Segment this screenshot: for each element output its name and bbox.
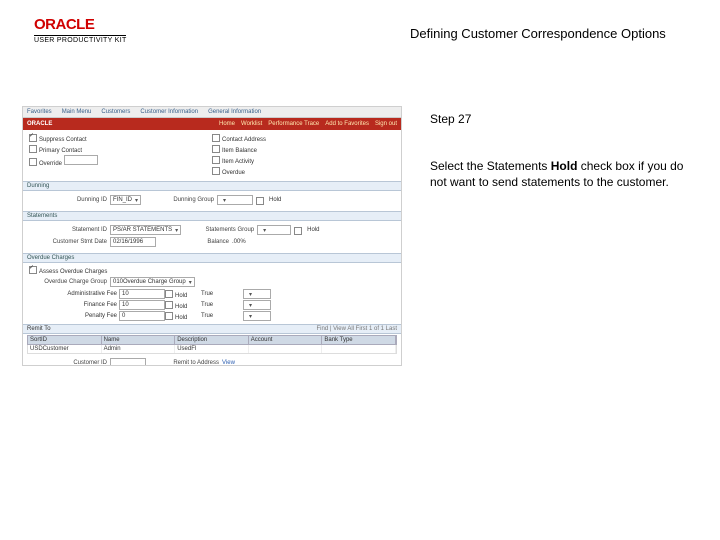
field-label: Statements Group <box>184 227 254 233</box>
row-select[interactable] <box>243 300 271 310</box>
checkbox-icon[interactable] <box>256 197 264 205</box>
field-label: Dunning ID <box>29 197 107 203</box>
header-link[interactable]: Performance Trace <box>268 121 319 127</box>
row-label: Finance Fee <box>29 302 117 308</box>
fee-input[interactable]: 10 <box>119 300 165 310</box>
customer-id-input[interactable] <box>110 358 146 366</box>
field-label: Balance <box>159 239 229 245</box>
td: Admin <box>102 345 176 353</box>
field-label: Dunning Group <box>144 197 214 203</box>
header-link[interactable]: Sign out <box>375 121 397 127</box>
app-screenshot: Favorites Main Menu Customers Customer I… <box>22 106 402 366</box>
checkbox-label: Overdue <box>222 170 245 176</box>
checkbox-icon[interactable] <box>29 158 37 166</box>
menubar: Favorites Main Menu Customers Customer I… <box>23 107 401 118</box>
customer-date-input[interactable]: 02/16/1996 <box>110 237 156 247</box>
menu-item[interactable]: Favorites <box>27 109 52 115</box>
section-statements: Statements <box>23 211 401 221</box>
td: UsedFl <box>175 345 249 353</box>
menu-item[interactable]: Main Menu <box>62 109 92 115</box>
field-label: Customer ID <box>29 360 107 366</box>
checkbox-icon[interactable] <box>165 312 173 320</box>
override-input[interactable] <box>64 155 98 165</box>
checkbox-label: Assess Overdue Charges <box>39 269 107 275</box>
checkbox-label: Hold <box>307 227 319 233</box>
checkbox-label: Item Balance <box>222 148 257 154</box>
checkbox-label: Suppress Contact <box>39 137 87 143</box>
instruction-bold: Hold <box>551 159 578 173</box>
checkbox-icon[interactable] <box>29 266 37 274</box>
checkbox-icon[interactable] <box>212 167 220 175</box>
section-overdue: Overdue Charges <box>23 253 401 263</box>
section-address: Remit To Find | View All First 1 of 1 La… <box>23 324 401 334</box>
field-label: Statement ID <box>29 227 107 233</box>
header-link[interactable]: Add to Favorites <box>325 121 369 127</box>
statement-id-select[interactable]: PS/AR STATEMENTS <box>110 225 181 235</box>
top-options: Suppress Contact Primary Contact Overrid… <box>23 130 401 179</box>
checkbox-icon[interactable] <box>29 134 37 142</box>
menu-item[interactable]: Customers <box>101 109 130 115</box>
row-label: Administrative Fee <box>29 291 117 297</box>
td: USDCustomer <box>28 345 102 353</box>
statement-group-select[interactable] <box>257 225 291 235</box>
header-link[interactable]: Home <box>219 121 235 127</box>
header-links: Home Worklist Performance Trace Add to F… <box>219 121 397 127</box>
menu-item[interactable]: General Information <box>208 109 261 115</box>
table-row[interactable]: USDCustomer Admin UsedFl <box>27 345 397 354</box>
checkbox-icon[interactable] <box>212 134 220 142</box>
checkbox-label: Contact Address <box>222 137 266 143</box>
checkbox-label: Primary Contact <box>39 148 82 154</box>
th: Description <box>175 336 249 344</box>
th: Account <box>249 336 323 344</box>
balance-value: .00% <box>232 239 246 245</box>
fee-input[interactable]: 10 <box>119 289 165 299</box>
th: SortID <box>28 336 102 344</box>
th: Name <box>102 336 176 344</box>
instruction-pre: Select the Statements <box>430 159 551 173</box>
checkbox-label: Override <box>39 161 62 167</box>
field-label: Customer Stmt Date <box>29 239 107 245</box>
th: Bank Type <box>322 336 396 344</box>
row-label: Penalty Fee <box>29 313 117 319</box>
checkbox-label: Hold <box>269 197 281 203</box>
brand-wordmark: ORACLE <box>34 16 94 33</box>
row-true: True <box>201 313 241 319</box>
overdue-group-select[interactable]: 010Overdue Charge Group <box>110 277 195 287</box>
brand-subtitle: USER PRODUCTIVITY KIT <box>34 37 154 44</box>
checkbox-icon[interactable] <box>165 301 173 309</box>
grid-nav[interactable]: Find | View All First 1 of 1 Last <box>317 326 397 332</box>
field-label: Overdue Charge Group <box>29 279 107 285</box>
checkbox-icon[interactable] <box>212 156 220 164</box>
checkbox-label: Item Activity <box>222 159 254 165</box>
row-true: True <box>201 291 241 297</box>
td <box>322 345 396 353</box>
menu-item[interactable]: Customer Information <box>140 109 198 115</box>
checkbox-icon[interactable] <box>29 145 37 153</box>
section-dunning: Dunning <box>23 181 401 191</box>
fee-input[interactable]: 0 <box>119 311 165 321</box>
dunning-id-select[interactable]: FIN_ID <box>110 195 141 205</box>
checkbox-icon[interactable] <box>165 290 173 298</box>
brand-logo: ORACLE USER PRODUCTIVITY KIT <box>34 16 154 44</box>
statements-hold-checkbox[interactable] <box>294 227 302 235</box>
row-select[interactable] <box>243 289 271 299</box>
address-table: SortID Name Description Account Bank Typ… <box>27 335 397 354</box>
app-header: ORACLE Home Worklist Performance Trace A… <box>23 118 401 130</box>
header-link[interactable]: Worklist <box>241 121 262 127</box>
view-link[interactable]: View <box>222 360 235 366</box>
app-brand: ORACLE <box>27 121 52 127</box>
brand-divider <box>34 35 126 36</box>
step-label: Step 27 <box>430 112 471 126</box>
checkbox-icon[interactable] <box>212 145 220 153</box>
td <box>249 345 323 353</box>
row-select[interactable] <box>243 311 271 321</box>
table-header: SortID Name Description Account Bank Typ… <box>27 335 397 345</box>
row-true: True <box>201 302 241 308</box>
field-label: Remit to Address <box>149 360 219 366</box>
instruction-text: Select the Statements Hold check box if … <box>430 158 686 190</box>
section-title: Remit To <box>27 326 51 332</box>
dunning-group-select[interactable] <box>217 195 253 205</box>
page-title: Defining Customer Correspondence Options <box>410 26 666 41</box>
